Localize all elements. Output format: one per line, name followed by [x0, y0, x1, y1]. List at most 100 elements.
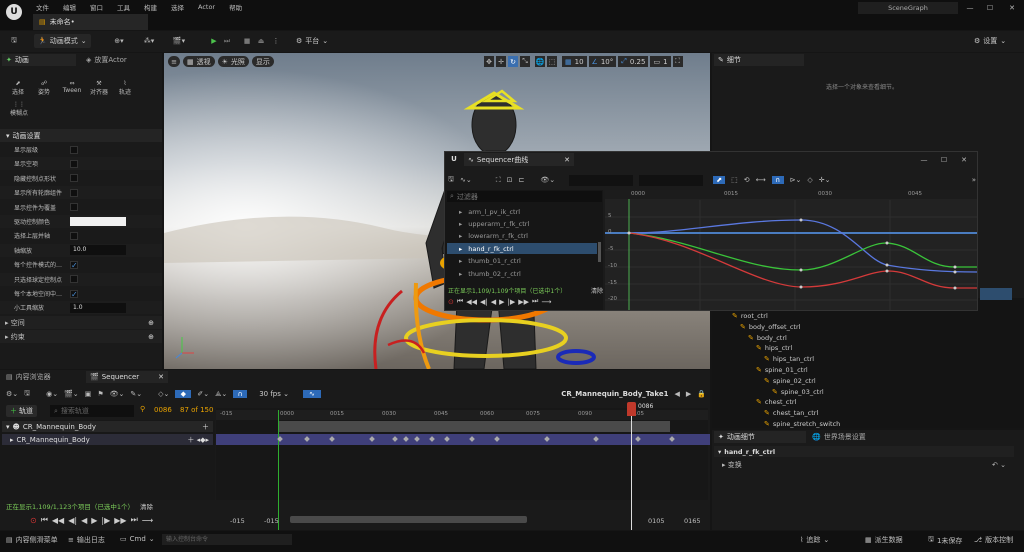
cinematics-icon[interactable]: 🎬▾: [170, 35, 188, 47]
current-frame[interactable]: 0086: [154, 406, 172, 414]
close-icon[interactable]: ✕: [158, 373, 164, 381]
minimize-icon[interactable]: —: [962, 2, 978, 14]
prev-key-icon[interactable]: ◀◀: [52, 516, 64, 525]
play-reverse-icon[interactable]: ◀: [491, 298, 496, 306]
prop-checkbox[interactable]: [70, 260, 78, 269]
hierarchy-row[interactable]: ✎ chest_ctrl: [756, 397, 796, 407]
section-space[interactable]: ▸ 空间 ⊕: [0, 316, 162, 329]
hierarchy-row[interactable]: ✎ hips_tan_ctrl: [764, 354, 814, 364]
mode-dropdown[interactable]: 🏃 动画模式 ⌄: [34, 34, 91, 48]
tab-content-browser[interactable]: ▤ 内容浏览器: [2, 371, 84, 383]
add-icon[interactable]: ⊕: [148, 333, 154, 341]
track-row-child[interactable]: ▸ CR_Mannequin_Body ＋ ◂◆▸: [2, 434, 213, 445]
add-icon[interactable]: ＋: [202, 422, 209, 432]
tab-place-actor[interactable]: ◈ 放置Actor: [82, 54, 160, 66]
eye-icon[interactable]: 👁⌄: [540, 176, 555, 184]
trace-button[interactable]: ⌇ 追踪 ⌄: [800, 535, 829, 545]
hierarchy-row[interactable]: ✎ root_ctrl: [732, 311, 768, 321]
fps-dropdown[interactable]: 30 fps ⌄: [259, 390, 289, 398]
to-start-icon[interactable]: ⏮: [457, 297, 463, 306]
to-end-icon[interactable]: ⏭: [131, 515, 138, 525]
play-options-icon[interactable]: ⋮: [270, 35, 282, 47]
menu-actor[interactable]: Actor: [198, 3, 215, 11]
platform-dropdown[interactable]: ⚙ 平台 ⌄: [296, 35, 328, 47]
prop-checkbox[interactable]: [70, 188, 78, 197]
expand-icon[interactable]: »: [972, 176, 976, 184]
filter-icon[interactable]: ⚑: [97, 390, 103, 398]
save-icon[interactable]: 🖫: [448, 175, 454, 186]
next-frame-icon[interactable]: |▶: [508, 298, 516, 306]
playhead-line[interactable]: [631, 410, 632, 530]
prev-key-icon[interactable]: ◀◀: [466, 298, 477, 306]
anim-tool-snapper[interactable]: ⋮⋮ 模糊点: [6, 101, 32, 119]
anim-tool-pose[interactable]: ☍ 姿势: [32, 80, 56, 98]
key-icon[interactable]: ◇: [807, 176, 812, 184]
menu-select[interactable]: 选择: [171, 2, 184, 12]
frame-selection-icon[interactable]: ⊡: [507, 176, 513, 184]
loop-icon[interactable]: ⟶: [541, 298, 551, 306]
tab-details[interactable]: ✎ 细节: [714, 54, 804, 66]
next-sequence-icon[interactable]: ▶: [686, 390, 691, 398]
reset-icon[interactable]: ↶ ⌄: [992, 461, 1006, 469]
save-icon[interactable]: 🖫: [24, 389, 30, 400]
menu-help[interactable]: 帮助: [229, 2, 242, 12]
step-icon[interactable]: ⏭: [222, 35, 232, 47]
blueprint-icon[interactable]: ⁂▾: [140, 35, 158, 47]
window-close-icon[interactable]: ✕: [958, 154, 970, 165]
maximize-icon[interactable]: ☐: [982, 2, 998, 14]
snap-icon[interactable]: ∩: [771, 176, 784, 184]
curve-list-item[interactable]: ▸ lowerarm_r_fk_ctrl: [447, 231, 597, 242]
actor-icon[interactable]: ◉⌄: [46, 390, 58, 398]
curve-list-item[interactable]: ▸ upperarm_r_fk_ctrl: [447, 218, 597, 229]
move-keys-icon[interactable]: ✛⌄: [819, 176, 831, 184]
unreal-logo-icon[interactable]: U: [6, 4, 22, 20]
anim-tool-tween[interactable]: ⇔ Tween: [58, 80, 86, 98]
console-input[interactable]: 输入控制台命令: [162, 534, 292, 545]
camera-cut-icon[interactable]: ▣: [85, 390, 92, 398]
tangent-icon[interactable]: ⊳⌄: [790, 176, 802, 184]
add-track-button[interactable]: ＋ 轨道: [6, 405, 37, 417]
prop-checkbox[interactable]: [70, 174, 78, 183]
anim-tool-aligner[interactable]: ⚒ 对齐器: [86, 80, 112, 98]
track-search[interactable]: ⌕ 搜索轨道: [50, 405, 134, 417]
save-icon[interactable]: 🖫: [8, 35, 20, 47]
transform-tool-icon[interactable]: ⟲: [744, 176, 750, 184]
render-icon[interactable]: 🎬⌄: [64, 390, 79, 398]
window-maximize-icon[interactable]: ☐: [938, 154, 950, 165]
tab-animation[interactable]: ✦ 动画: [2, 54, 76, 66]
play-icon[interactable]: ▶: [91, 516, 97, 525]
select-tool-icon[interactable]: ⬈: [713, 176, 726, 184]
snap-icon[interactable]: ∩: [233, 390, 248, 398]
hierarchy-row[interactable]: ✎ spine_01_ctrl: [756, 365, 808, 375]
brush-icon[interactable]: ✎⌄: [130, 390, 142, 398]
stop-icon[interactable]: ■: [242, 35, 252, 47]
next-frame-icon[interactable]: |▶: [101, 516, 110, 525]
play-reverse-icon[interactable]: ◀: [81, 516, 87, 525]
menu-file[interactable]: 文件: [36, 2, 49, 12]
lock-icon[interactable]: 🔒: [697, 390, 706, 398]
timeline-scrollbar[interactable]: [290, 516, 527, 523]
perspective-button[interactable]: ▦ 透视: [183, 56, 215, 67]
next-key-icon[interactable]: ▶▶: [518, 298, 529, 306]
grid-snap-button[interactable]: ▦ 10: [562, 56, 587, 67]
surface-snap-icon[interactable]: ⬚: [547, 56, 557, 67]
prev-sequence-icon[interactable]: ◀: [675, 390, 680, 398]
settings-dropdown[interactable]: ⚙ 设置 ⌄: [974, 35, 1006, 47]
hierarchy-row[interactable]: ✎ spine_03_ctrl: [772, 387, 824, 397]
track-controls[interactable]: ＋ ◂◆▸: [187, 435, 209, 445]
hierarchy-row[interactable]: ✎ body_offset_ctrl: [740, 322, 800, 332]
curve-editor-tab[interactable]: ∿ Sequencer曲线 ✕: [464, 153, 574, 166]
source-control-button[interactable]: ⎇ 版本控制: [974, 535, 1013, 545]
viewport-menu-icon[interactable]: ≡: [168, 56, 180, 67]
maximize-viewport-icon[interactable]: ⛶: [672, 56, 683, 67]
anim-details-control[interactable]: ▾ hand_r_fk_ctrl: [714, 446, 1014, 457]
prop-checkbox[interactable]: [70, 275, 78, 284]
key-mode-icon[interactable]: ◆: [175, 390, 192, 398]
content-drawer-button[interactable]: ▤ 内容侧滑菜单: [6, 535, 58, 545]
tab-world-settings[interactable]: 🌐 世界场景设置: [808, 431, 900, 443]
to-start-icon[interactable]: ⏮: [41, 515, 48, 525]
window-minimize-icon[interactable]: —: [918, 154, 930, 165]
close-icon[interactable]: ✕: [564, 156, 570, 164]
prop-checkbox[interactable]: [70, 145, 78, 154]
curve-search[interactable]: ⌕ 过滤器: [447, 191, 602, 202]
